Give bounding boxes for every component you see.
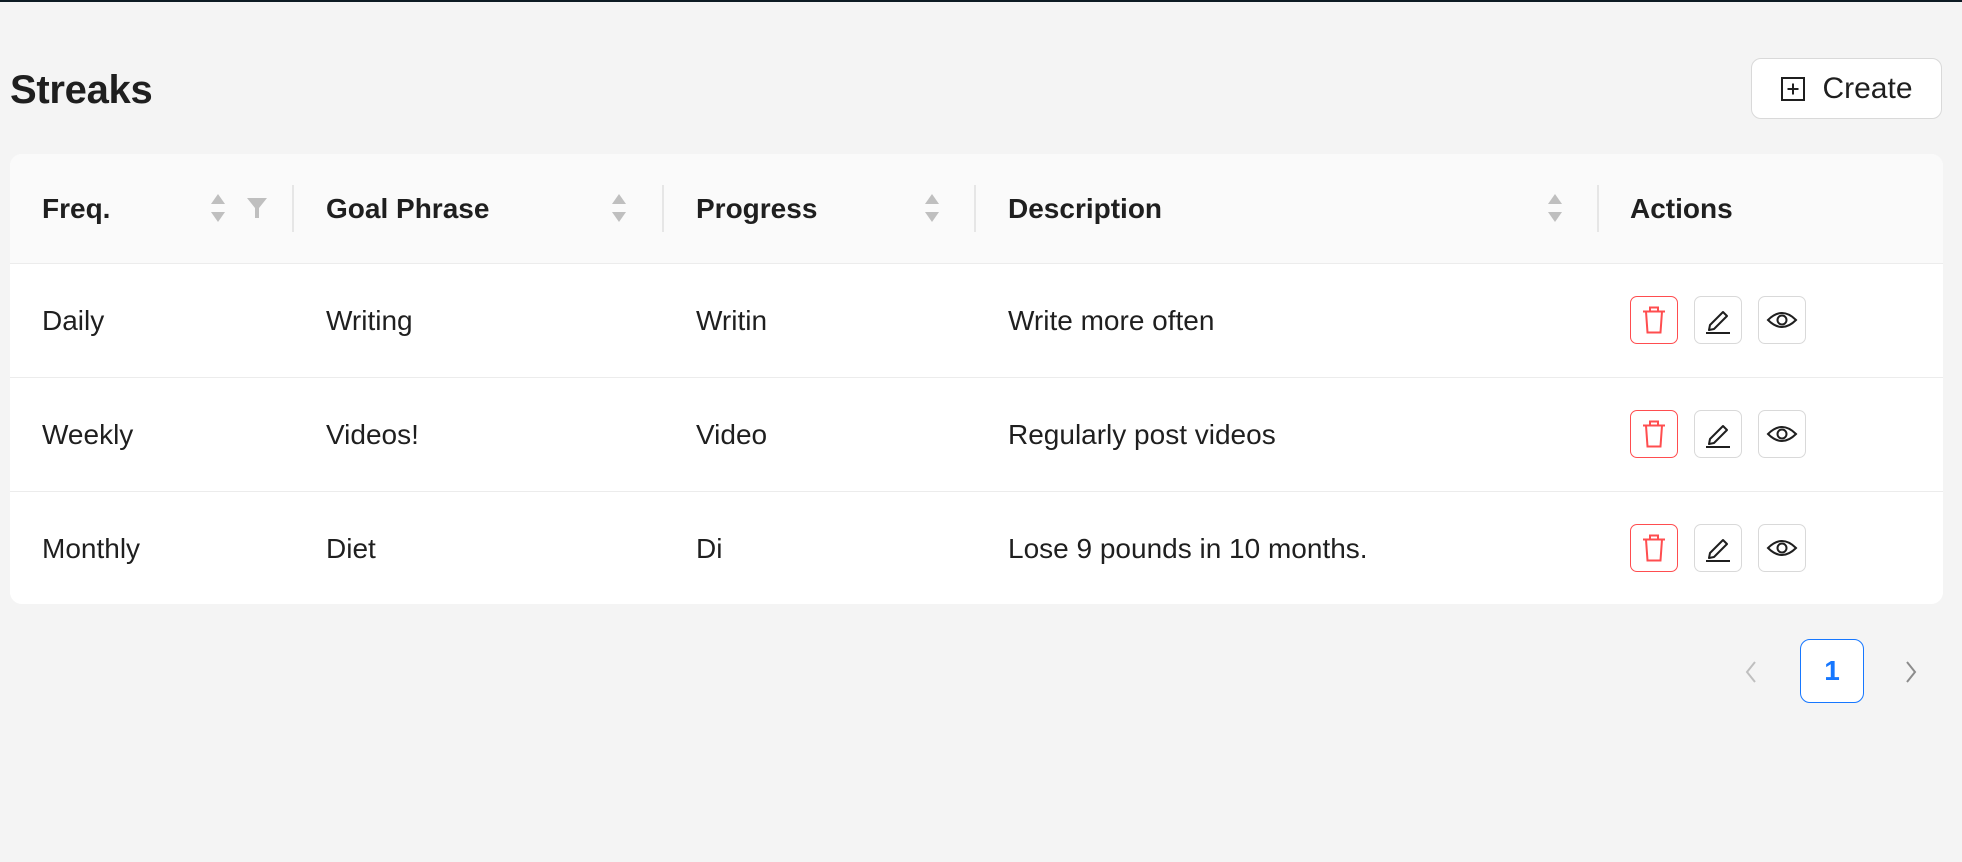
column-separator (292, 185, 294, 232)
cell-goal-phrase: Videos! (326, 418, 419, 450)
eye-icon (1766, 540, 1798, 556)
next-page-button[interactable] (1896, 657, 1926, 687)
delete-button[interactable] (1630, 410, 1678, 458)
column-header-goal-phrase: Goal Phrase (326, 192, 490, 224)
freq-sort-icon[interactable] (209, 192, 227, 224)
view-button[interactable] (1758, 296, 1806, 344)
column-separator (662, 185, 664, 232)
table-row: Monthly Diet Di Lose 9 pounds in 10 mont… (10, 492, 1943, 604)
edit-icon (1706, 425, 1730, 448)
table-row: Weekly Videos! Video Regularly post vide… (10, 378, 1943, 492)
trash-icon (1643, 306, 1665, 334)
cell-progress: Di (696, 532, 723, 564)
table-header: Freq. Goal Phrase Progress Description A… (10, 154, 1943, 264)
table-row: Daily Writing Writin Write more often (10, 264, 1943, 378)
delete-button[interactable] (1630, 524, 1678, 572)
cell-freq: Monthly (42, 532, 141, 564)
cell-description: Regularly post videos (1008, 418, 1276, 450)
eye-icon (1766, 312, 1798, 328)
cell-goal-phrase: Diet (326, 532, 376, 564)
streaks-table: Freq. Goal Phrase Progress Description A… (10, 154, 1943, 604)
edit-button[interactable] (1694, 410, 1742, 458)
view-button[interactable] (1758, 410, 1806, 458)
column-separator (1597, 185, 1599, 232)
create-button[interactable]: Create (1751, 58, 1942, 119)
top-border (0, 0, 1962, 2)
goal-phrase-sort-icon[interactable] (610, 192, 628, 224)
prev-page-button[interactable] (1736, 657, 1766, 687)
plus-square-icon (1780, 76, 1806, 102)
cell-freq: Weekly (42, 418, 134, 450)
cell-progress: Video (696, 418, 768, 450)
column-separator (974, 185, 976, 232)
cell-description: Lose 9 pounds in 10 months. (1008, 532, 1368, 564)
view-button[interactable] (1758, 524, 1806, 572)
column-header-freq: Freq. (42, 192, 111, 224)
cell-goal-phrase: Writing (326, 304, 413, 336)
cell-freq: Daily (42, 304, 105, 336)
column-header-actions: Actions (1630, 192, 1733, 224)
create-label: Create (1822, 71, 1913, 105)
edit-icon (1706, 539, 1730, 562)
page-number-button[interactable]: 1 (1800, 639, 1864, 703)
column-header-description: Description (1008, 192, 1163, 224)
cell-progress: Writin (696, 304, 768, 336)
description-sort-icon[interactable] (1546, 192, 1564, 224)
column-header-progress: Progress (696, 192, 818, 224)
edit-button[interactable] (1694, 296, 1742, 344)
cell-description: Write more often (1008, 304, 1215, 336)
trash-icon (1643, 534, 1665, 562)
progress-sort-icon[interactable] (923, 192, 941, 224)
trash-icon (1643, 420, 1665, 448)
edit-button[interactable] (1694, 524, 1742, 572)
chevron-left-icon (1745, 661, 1756, 683)
chevron-right-icon (1906, 661, 1917, 683)
eye-icon (1766, 426, 1798, 442)
freq-filter-icon[interactable] (246, 196, 268, 220)
edit-icon (1706, 311, 1730, 334)
delete-button[interactable] (1630, 296, 1678, 344)
page-title: Streaks (10, 68, 153, 112)
